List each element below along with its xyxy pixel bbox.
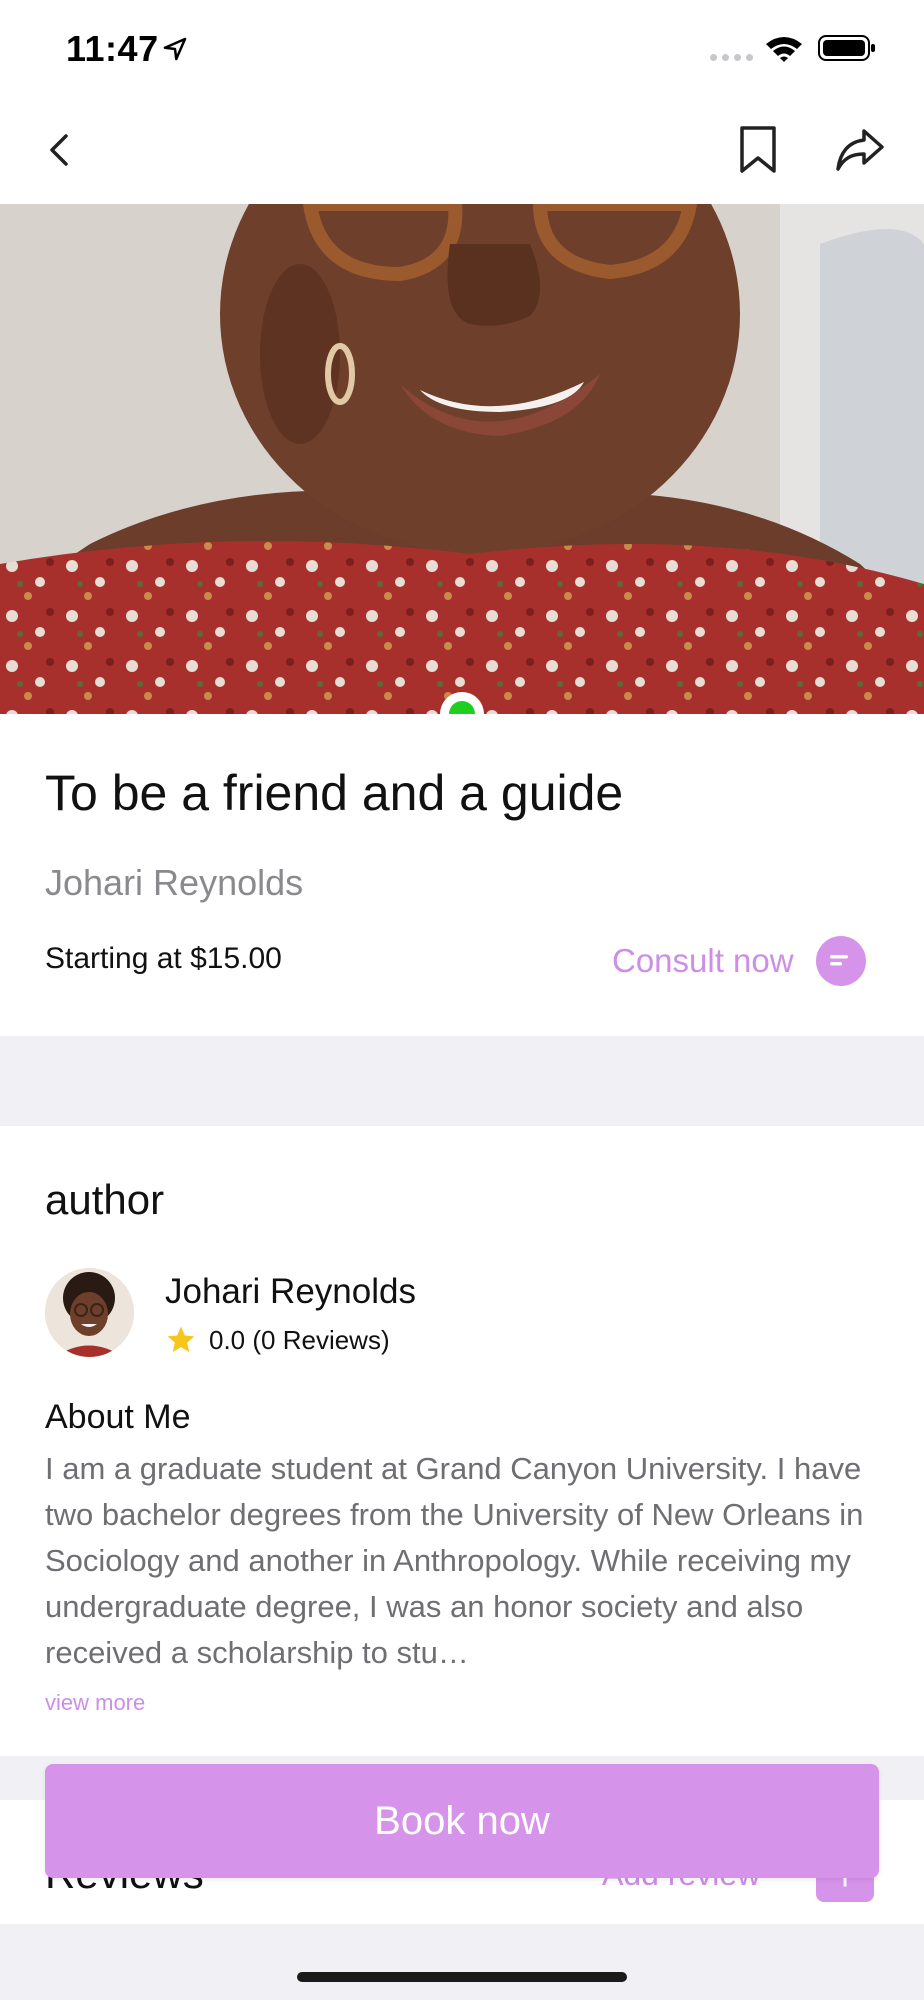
service-info: To be a friend and a guide Johari Reynol… xyxy=(0,714,924,1036)
avatar[interactable] xyxy=(45,1268,134,1357)
cellular-signal-icon xyxy=(710,54,753,61)
author-name[interactable]: Johari Reynolds xyxy=(165,1272,416,1312)
about-me-text: I am a graduate student at Grand Canyon … xyxy=(45,1451,864,1670)
author-section: author Johari Reynolds 0.0 (0 Reviews) A… xyxy=(0,1126,924,1756)
share-button[interactable] xyxy=(820,110,900,190)
profile-photo-illustration xyxy=(0,204,924,714)
back-button[interactable] xyxy=(20,110,100,190)
status-time: 11:47 xyxy=(66,28,159,69)
service-title: To be a friend and a guide xyxy=(45,765,624,821)
battery-icon xyxy=(818,35,875,61)
wifi-icon xyxy=(766,37,802,62)
status-bar: 11:47 xyxy=(0,0,924,100)
view-more-link[interactable]: view more xyxy=(45,1690,145,1716)
consult-now-button[interactable]: Consult now xyxy=(612,936,866,986)
nav-bar xyxy=(0,100,924,204)
location-arrow-icon xyxy=(163,37,187,61)
star-icon xyxy=(167,1326,195,1352)
share-icon xyxy=(836,129,884,171)
rating-text: 0.0 (0 Reviews) xyxy=(209,1324,390,1355)
book-now-button[interactable]: Book now xyxy=(45,1764,879,1878)
about-me-title: About Me xyxy=(45,1398,191,1436)
starting-price: Starting at $15.00 xyxy=(45,942,282,975)
bookmark-icon xyxy=(740,126,776,173)
chat-bubble-icon xyxy=(815,936,866,986)
chevron-left-icon xyxy=(50,134,68,166)
profile-photo xyxy=(0,204,924,714)
bookmark-button[interactable] xyxy=(718,110,798,190)
avatar-illustration xyxy=(45,1268,134,1357)
author-rating: 0.0 (0 Reviews) xyxy=(165,1324,390,1356)
home-indicator[interactable] xyxy=(297,1972,627,1982)
section-divider xyxy=(0,1036,924,1126)
consult-now-label: Consult now xyxy=(612,942,794,979)
bottom-background xyxy=(0,1924,924,2000)
provider-name: Johari Reynolds xyxy=(45,862,304,903)
author-section-title: author xyxy=(45,1176,165,1223)
